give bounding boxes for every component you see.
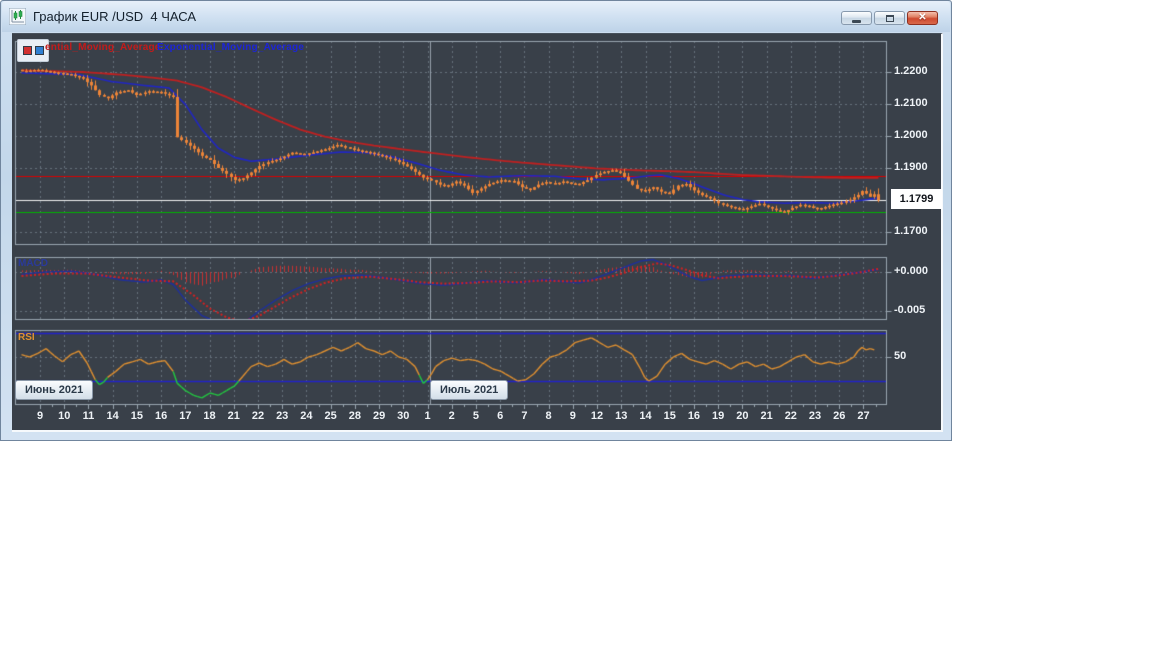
maximize-icon: [885, 14, 894, 22]
current-price-box: 1.1799: [891, 189, 942, 209]
time-label: 12: [590, 410, 604, 422]
time-label: 23: [276, 410, 289, 422]
time-label: 16: [687, 410, 701, 422]
time-label: 21: [760, 410, 773, 422]
price-tick-label: 1.2200: [894, 65, 928, 77]
red-series-swatch: [22, 46, 32, 55]
time-label: 15: [130, 410, 143, 422]
maximize-button[interactable]: [874, 11, 905, 25]
month-label-july: Июль 2021: [430, 380, 509, 400]
window-controls: ✕: [841, 11, 938, 25]
chart-canvas[interactable]: [13, 34, 942, 431]
time-label: 28: [348, 410, 361, 422]
rsi-panel-label: RSI: [18, 332, 35, 343]
time-label: 14: [106, 410, 119, 422]
time-label: 27: [857, 410, 870, 422]
macd-tick-label: -0.005: [894, 304, 926, 316]
time-label: 9: [36, 410, 44, 422]
time-label: 7: [521, 410, 528, 422]
close-icon: ✕: [918, 12, 927, 23]
price-tick-label: 1.2000: [894, 129, 928, 141]
time-label: 1: [424, 410, 431, 422]
time-label: 11: [82, 410, 95, 422]
time-label: 22: [784, 410, 797, 422]
time-label: 10: [58, 410, 71, 422]
time-label: 16: [154, 410, 168, 422]
minimize-icon: [852, 19, 861, 23]
price-tick-label: 1.1900: [894, 161, 928, 173]
chart-window: График EUR /USD 4 ЧАСА ✕ ential_Moving_A…: [0, 0, 952, 441]
window-titlebar[interactable]: График EUR /USD 4 ЧАСА ✕: [2, 1, 950, 32]
price-tick-label: 1.2100: [894, 97, 928, 109]
legend-red-series-label: ential_Moving_Average: [45, 42, 161, 53]
time-label: 22: [251, 410, 265, 422]
minimize-button[interactable]: [841, 11, 872, 25]
time-label: 5: [472, 410, 480, 422]
rsi-tick-label: 50: [894, 350, 907, 362]
time-label: 8: [545, 410, 552, 422]
time-label: 30: [397, 410, 410, 422]
time-label: 6: [497, 410, 504, 422]
macd-panel-label: MACD: [18, 258, 48, 269]
macd-tick-label: +0.000: [894, 265, 928, 277]
time-label: 13: [615, 410, 628, 422]
time-label: 29: [372, 410, 386, 422]
time-label: 17: [179, 410, 192, 422]
blue-series-swatch: [34, 46, 44, 55]
time-label: 20: [736, 410, 749, 422]
time-label: 25: [324, 410, 337, 422]
desktop: График EUR /USD 4 ЧАСА ✕ ential_Moving_A…: [0, 0, 1152, 648]
time-label: 2: [448, 410, 455, 422]
time-label: 26: [833, 410, 846, 422]
close-button[interactable]: ✕: [907, 11, 938, 25]
time-label: 15: [663, 410, 676, 422]
time-label: 19: [712, 410, 725, 422]
time-label: 18: [203, 410, 216, 422]
legend-blue-series-label: Exponential_Moving_Average: [157, 42, 305, 53]
candlestick-chart-icon: [9, 8, 26, 25]
month-label-june: Июнь 2021: [15, 380, 94, 400]
time-label: 24: [300, 410, 313, 422]
window-title: График EUR /USD 4 ЧАСА: [33, 9, 197, 24]
time-label: 21: [227, 410, 240, 422]
time-label: 14: [639, 410, 652, 422]
time-label: 23: [808, 410, 822, 422]
time-label: 9: [569, 410, 576, 422]
price-tick-label: 1.1700: [894, 225, 928, 237]
